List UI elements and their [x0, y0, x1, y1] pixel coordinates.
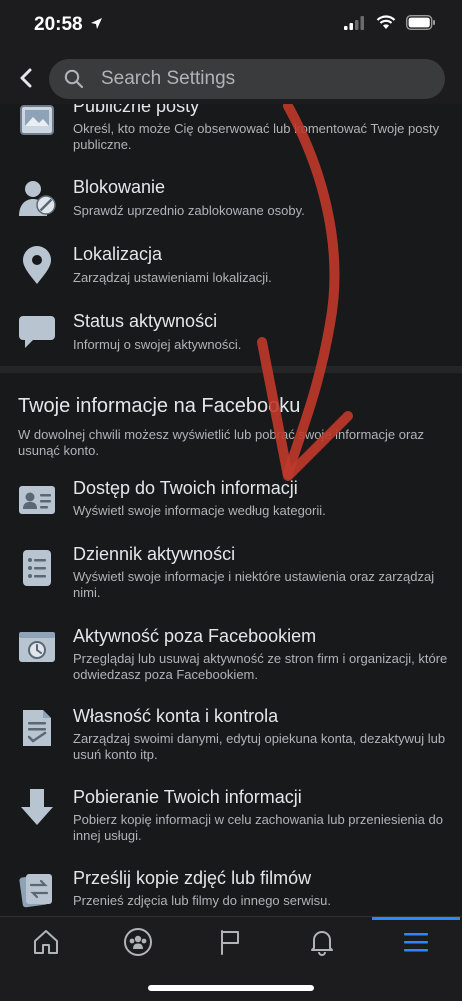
search-bar[interactable] — [49, 59, 445, 99]
battery-icon — [406, 15, 435, 30]
chevron-left-icon — [20, 68, 32, 88]
settings-header — [0, 52, 462, 104]
location-arrow-icon — [91, 18, 102, 29]
status-bar: 20:58 — [0, 0, 462, 52]
menu-icon — [404, 933, 428, 952]
red-annotation-arrow — [257, 104, 353, 481]
back-button[interactable] — [10, 62, 42, 94]
wifi-icon — [376, 15, 396, 29]
home-icon — [34, 930, 58, 954]
signal-icon — [344, 15, 364, 30]
tab-groups[interactable] — [92, 917, 184, 967]
tab-home[interactable] — [0, 917, 92, 967]
tab-pages[interactable] — [184, 917, 276, 967]
status-time: 20:58 — [34, 14, 83, 35]
settings-list[interactable]: Publiczne posty Określ, kto może Cię obs… — [0, 104, 462, 916]
groups-icon — [124, 928, 152, 956]
search-input[interactable] — [99, 67, 403, 91]
pages-flag-icon — [221, 930, 239, 955]
status-icons — [344, 15, 436, 30]
tab-menu[interactable] — [370, 917, 462, 967]
tab-notifications[interactable] — [276, 917, 368, 967]
search-icon — [64, 69, 84, 89]
home-indicator — [148, 985, 314, 991]
notifications-bell-icon — [311, 931, 333, 956]
